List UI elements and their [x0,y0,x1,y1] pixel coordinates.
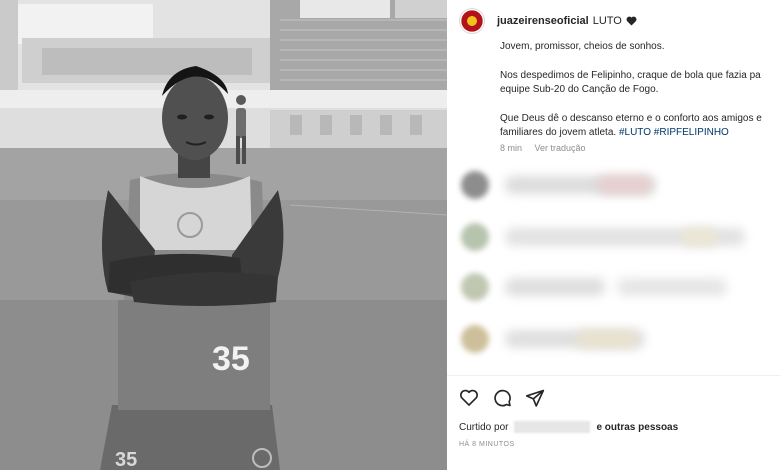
hashtag-ripfelipinho[interactable]: #RIPFELIPINHO [654,127,729,138]
blurred-text [682,228,717,246]
blurred-comment [457,166,777,200]
commenter-avatar [461,171,489,199]
post-panel: juazeirenseoficial LUTO Jovem, promissor… [447,0,780,470]
post-timestamp: HÁ 8 MINUTOS [459,441,515,448]
caption-paragraph: Nos despedimos de Felipinho, craque de b… [500,69,780,98]
commenter-avatar [461,223,489,251]
jersey-number: 35 [212,340,250,378]
caption-line: Que Deus dê o descanso eterno e o confor… [500,112,762,124]
black-heart-icon [626,16,637,26]
speech-bubble-icon[interactable] [492,388,512,408]
stadium-scene: 35 35 [0,0,447,470]
caption-meta: 8 min Ver tradução [500,143,586,153]
blurred-comment [457,268,777,302]
caption-line: familiares do jovem atleta. [500,127,617,138]
blurred-text [505,278,605,296]
section-divider [447,375,780,376]
likes-others-link[interactable]: e outras pessoas [596,422,678,433]
hashtag-luto[interactable]: #LUTO [619,127,651,138]
heart-outline-icon[interactable] [459,388,479,408]
translate-link[interactable]: Ver tradução [535,143,586,153]
caption-paragraph: Que Deus dê o descanso eterno e o confor… [500,112,780,141]
blurred-text [577,330,637,348]
post-header: juazeirenseoficial LUTO [459,8,637,34]
paper-plane-icon[interactable] [525,388,545,408]
username-link[interactable]: juazeirenseoficial [497,15,589,27]
post-photo[interactable]: 35 35 [0,0,447,470]
caption-line: equipe Sub-20 do Canção de Fogo. [500,84,659,95]
blurred-comment [457,320,777,354]
caption-line: Jovem, promissor, cheios de sonhos. [500,41,665,52]
blurred-text [617,278,727,296]
redacted-username [514,421,591,433]
commenter-avatar [461,325,489,353]
caption-line: Nos despedimos de Felipinho, craque de b… [500,69,761,81]
likes-prefix: Curtido por [459,421,509,433]
shorts-number: 35 [115,449,137,470]
likes-summary: Curtido por e outras pessoas [459,421,678,433]
post-caption: Jovem, promissor, cheios de sonhos. Nos … [500,40,780,155]
commenter-avatar [461,273,489,301]
post-age: 8 min [500,143,523,153]
profile-avatar[interactable] [459,8,485,34]
blurred-text [597,176,652,194]
post-title: LUTO [592,15,622,27]
blurred-comment [457,218,777,252]
action-bar [459,388,545,408]
